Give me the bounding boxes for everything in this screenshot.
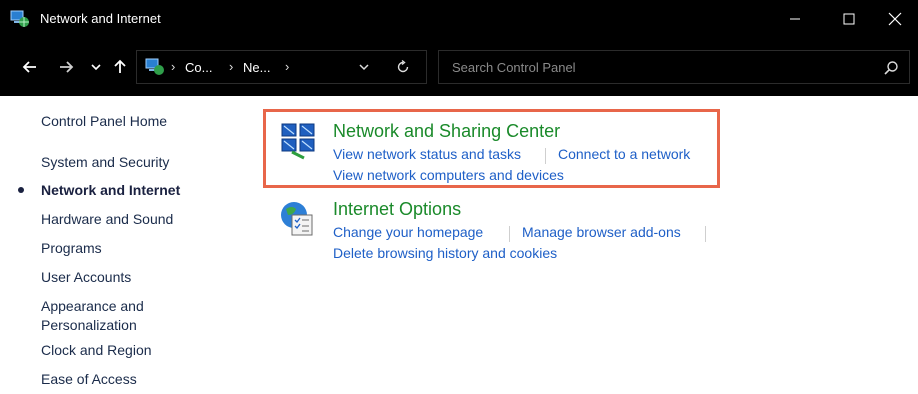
breadcrumb-network[interactable]: Ne... (243, 60, 270, 75)
network-globe-icon (10, 10, 30, 28)
close-button[interactable] (872, 0, 918, 38)
forward-arrow-icon[interactable] (54, 55, 78, 79)
sidebar-item-user-accounts[interactable]: User Accounts (41, 268, 131, 287)
link-divider (509, 226, 510, 242)
breadcrumb-separator-icon: › (229, 59, 234, 74)
sidebar-item-ease-of-access[interactable]: Ease of Access (41, 370, 137, 389)
recent-locations-chevron-icon[interactable] (84, 55, 108, 79)
up-arrow-icon[interactable] (108, 55, 132, 79)
sidebar-item-system-and-security[interactable]: System and Security (41, 153, 169, 172)
navigation-bar: › Co... › Ne... › Search Control Panel (0, 38, 918, 96)
sidebar-item-hardware-and-sound[interactable]: Hardware and Sound (41, 210, 173, 229)
control-panel-icon (145, 58, 165, 76)
sidebar-item-appearance-and-personalization[interactable]: Appearance and Personalization (41, 297, 144, 335)
active-bullet-icon (18, 187, 24, 193)
network-sharing-icon (278, 120, 318, 160)
view-network-computers-link[interactable]: View network computers and devices (333, 167, 564, 183)
sidebar-item-control-panel-home[interactable]: Control Panel Home (41, 112, 167, 131)
link-divider (545, 148, 546, 164)
maximize-button[interactable] (826, 0, 872, 38)
manage-browser-addons-link[interactable]: Manage browser add-ons (522, 224, 681, 240)
internet-options-title[interactable]: Internet Options (333, 199, 461, 220)
address-bar[interactable]: › Co... › Ne... › (136, 50, 427, 84)
breadcrumb-separator-icon: › (285, 59, 290, 74)
search-icon[interactable] (883, 60, 899, 76)
address-dropdown-chevron-icon[interactable] (356, 59, 372, 75)
internet-options-icon (278, 199, 318, 239)
search-box[interactable]: Search Control Panel (438, 50, 910, 84)
window-title: Network and Internet (40, 11, 161, 26)
sidebar-item-clock-and-region[interactable]: Clock and Region (41, 341, 152, 360)
minimize-button[interactable] (772, 0, 818, 38)
connect-to-network-link[interactable]: Connect to a network (558, 146, 690, 162)
search-placeholder: Search Control Panel (452, 60, 576, 75)
sidebar-item-programs[interactable]: Programs (41, 239, 102, 258)
sidebar-item-network-and-internet: Network and Internet (41, 182, 181, 198)
delete-browsing-history-link[interactable]: Delete browsing history and cookies (333, 245, 557, 261)
view-network-status-link[interactable]: View network status and tasks (333, 146, 521, 162)
change-homepage-link[interactable]: Change your homepage (333, 224, 483, 240)
link-divider (705, 226, 706, 242)
refresh-icon[interactable] (395, 59, 411, 75)
network-and-sharing-center-title[interactable]: Network and Sharing Center (333, 121, 560, 142)
breadcrumb-control-panel[interactable]: Co... (185, 60, 212, 75)
back-arrow-icon[interactable] (18, 55, 42, 79)
title-bar: Network and Internet (0, 0, 918, 38)
breadcrumb-separator-icon: › (171, 59, 176, 74)
